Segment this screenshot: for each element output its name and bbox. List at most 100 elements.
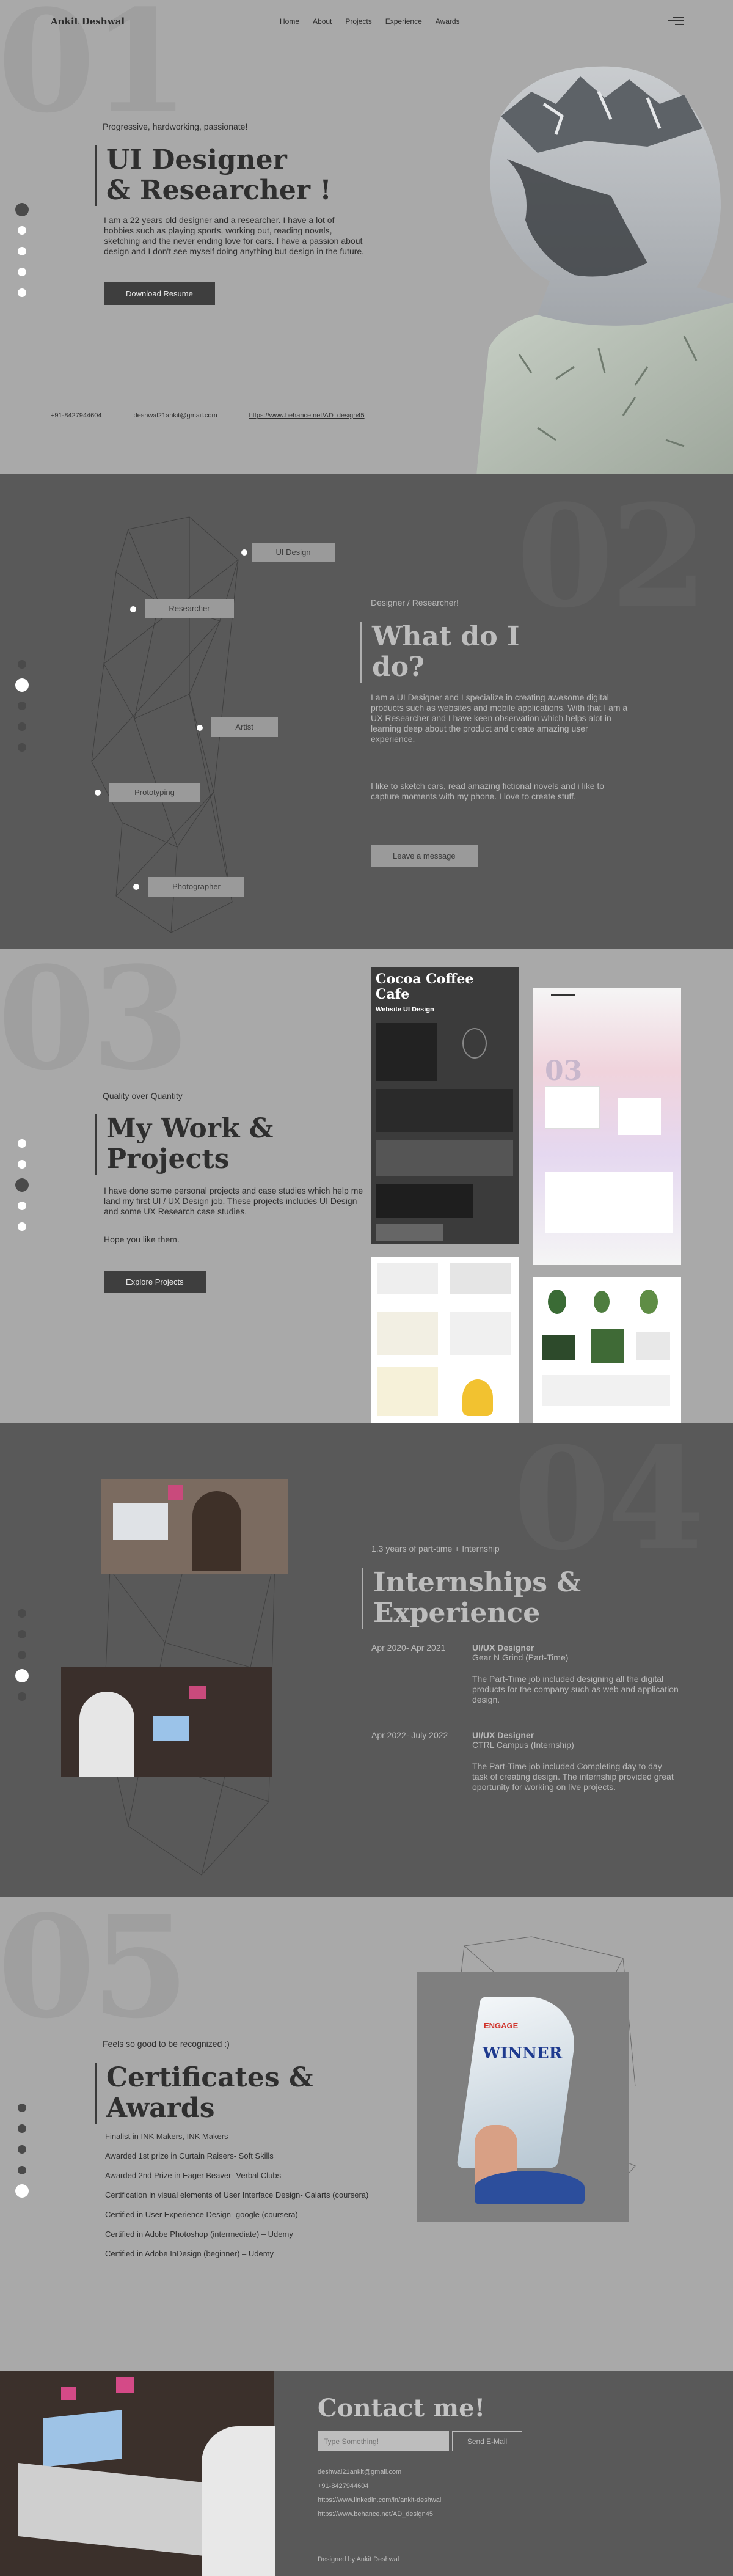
nav-awards[interactable]: Awards [436,17,460,26]
dot-5[interactable] [18,743,26,752]
project-thumb [542,1335,575,1360]
hero-behance-link[interactable]: https://www.behance.net/AD_design45 [249,412,365,419]
hero-email[interactable]: deshwal21ankit@gmail.com [134,412,217,419]
about-title-line2: do? [372,651,425,683]
project-card-cocoa-cafe[interactable]: Cocoa Coffee Cafe Website UI Design [371,967,519,1244]
nav-about[interactable]: About [313,17,332,26]
experience-period: Apr 2020- Apr 2021 [371,1643,446,1653]
project-thumb [376,1089,513,1132]
hero-phone[interactable]: +91-8427944604 [51,412,102,419]
dot-5[interactable] [15,2184,29,2198]
plant-icon [548,1290,566,1314]
about-paragraph-2: I like to sketch cars, read amazing fict… [371,781,605,801]
dot-2[interactable] [15,678,29,692]
hero-contacts: +91-8427944604 deshwal21ankit@gmail.com … [51,412,365,419]
certificate-item: Certified in Adobe InDesign (beginner) –… [105,2249,274,2258]
awards-section: 05 Feels so good to be recognized :) Cer… [0,1897,733,2371]
dot-2[interactable] [18,2124,26,2133]
project-thumb [545,1172,673,1233]
section-dots [15,1139,29,1231]
project-card-title: Cocoa Coffee Cafe [376,971,474,1002]
contact-photo [0,2371,275,2576]
contact-behance-link[interactable]: https://www.behance.net/AD_design45 [318,2508,441,2522]
send-email-button[interactable]: Send E-Mail [452,2431,522,2451]
plant-icon [594,1291,610,1313]
nav-home[interactable]: Home [280,17,299,26]
project-card-plants[interactable] [533,1277,681,1423]
dot-1[interactable] [15,203,29,216]
section-number: 02 [516,474,708,639]
certificate-item: Certification in visual elements of User… [105,2190,369,2200]
laptop-screen [153,1716,189,1741]
project-thumb [450,1263,511,1294]
dot-1[interactable] [18,660,26,669]
tag-prototyping: Prototyping [109,783,200,802]
section-dots [15,1609,29,1701]
dot-4[interactable] [15,1669,29,1682]
project-thumb [636,1332,670,1360]
dot-4[interactable] [18,2166,26,2174]
person-silhouette [79,1692,134,1777]
project-thumb [545,1086,600,1129]
dot-1[interactable] [18,2104,26,2112]
experience-eyebrow: 1.3 years of part-time + Internship [371,1544,500,1554]
contact-linkedin-link[interactable]: https://www.linkedin.com/in/ankit-deshwa… [318,2493,441,2508]
project-thumb [542,1375,670,1406]
experience-role: UI/UX Designer [472,1643,534,1653]
working-photo-2 [61,1667,272,1777]
menu-icon[interactable] [668,17,684,26]
explore-projects-button[interactable]: Explore Projects [104,1271,206,1293]
awards-title-line2: Awards [106,2093,215,2124]
node-dot [130,606,136,612]
leave-message-button[interactable]: Leave a message [371,845,478,867]
dot-2[interactable] [18,226,26,235]
tag-photographer: Photographer [148,877,244,897]
dot-3[interactable] [18,1651,26,1659]
brand-logo[interactable]: Ankit Deshwal [51,16,125,27]
dot-1[interactable] [18,1609,26,1618]
cup-sketch-icon [462,1028,487,1059]
hero-tagline: Progressive, hardworking, passionate! [103,122,248,131]
experience-role: UI/UX Designer [472,1730,534,1740]
hero-portrait-image [464,61,733,474]
work-eyebrow: Quality over Quantity [103,1091,183,1101]
sticky-note [168,1485,183,1500]
project-card-number: 03 [545,1055,583,1087]
project-thumb [376,1023,437,1081]
node-dot [133,884,139,890]
message-input[interactable] [318,2431,449,2451]
trophy-base [475,2171,585,2204]
project-card-case-study[interactable]: 03 [533,988,681,1265]
dot-5[interactable] [18,1222,26,1231]
project-thumb [376,1184,473,1218]
dot-3[interactable] [15,1178,29,1192]
dot-4[interactable] [18,268,26,276]
nav-projects[interactable]: Projects [345,17,371,26]
tag-artist: Artist [211,717,278,737]
contact-phone[interactable]: +91-8427944604 [318,2479,441,2493]
contact-email[interactable]: deshwal21ankit@gmail.com [318,2465,441,2479]
dot-1[interactable] [18,1139,26,1148]
dot-3[interactable] [18,702,26,710]
project-thumb [376,1140,513,1176]
nav-experience[interactable]: Experience [385,17,422,26]
dot-2[interactable] [18,1160,26,1169]
dot-5[interactable] [18,288,26,297]
dot-4[interactable] [18,722,26,731]
dot-3[interactable] [18,247,26,255]
laptop-screen [43,2410,122,2467]
project-thumb [376,1224,443,1241]
download-resume-button[interactable]: Download Resume [104,282,215,305]
hero-section: 01 Ankit Deshwal Home About Projects Exp… [0,0,733,474]
dot-5[interactable] [18,1692,26,1701]
dot-3[interactable] [18,2145,26,2154]
work-title-line1: My Work & [106,1113,274,1144]
person-silhouette [192,1491,241,1571]
awards-title: Certificates & Awards [95,2063,313,2124]
about-title: What do I do? [360,622,520,683]
dot-4[interactable] [18,1202,26,1210]
about-eyebrow: Designer / Researcher! [371,598,459,607]
dot-2[interactable] [18,1630,26,1638]
experience-company: Gear N Grind (Part-Time) [472,1653,569,1662]
project-card-ecommerce[interactable] [371,1257,519,1423]
